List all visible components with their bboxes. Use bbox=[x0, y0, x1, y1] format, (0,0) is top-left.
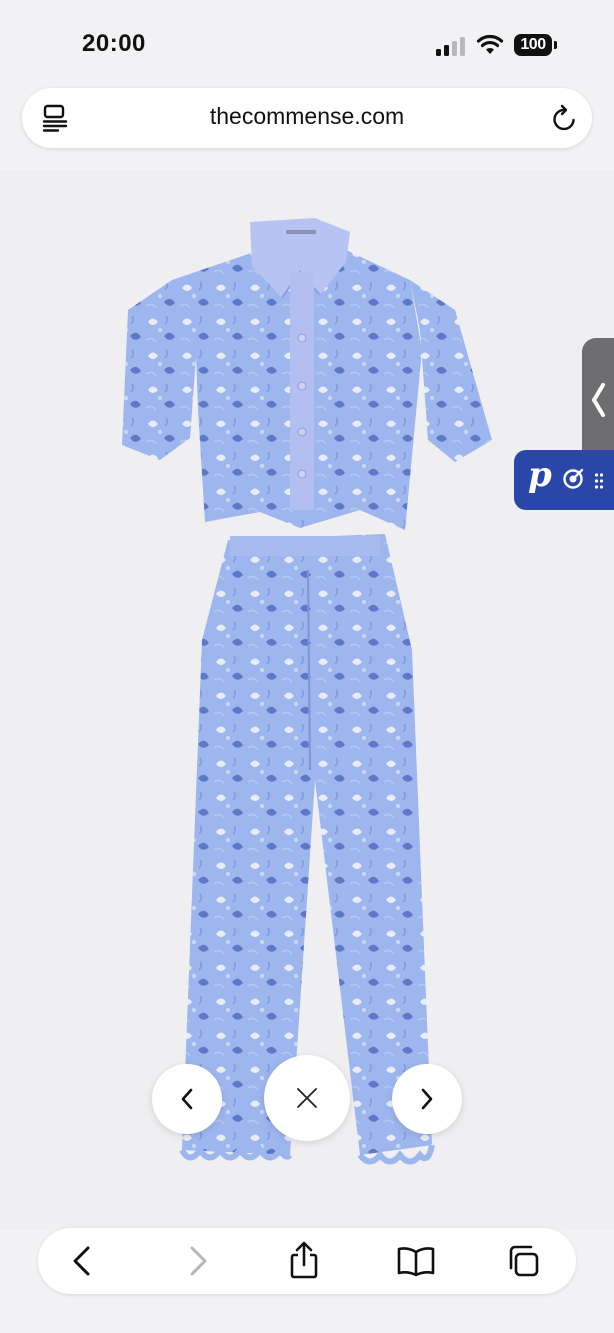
battery-nub bbox=[554, 41, 557, 49]
reload-icon[interactable] bbox=[550, 103, 580, 133]
pin-letter: p bbox=[528, 455, 552, 495]
tabs-icon[interactable] bbox=[506, 1244, 540, 1278]
back-icon[interactable] bbox=[66, 1244, 100, 1278]
status-time: 20:00 bbox=[82, 30, 146, 57]
previous-image-button[interactable] bbox=[152, 1064, 222, 1134]
bookmarks-icon[interactable] bbox=[396, 1244, 436, 1278]
cellular-signal-icon bbox=[436, 36, 468, 56]
next-image-button[interactable] bbox=[392, 1064, 462, 1134]
close-icon bbox=[297, 1088, 317, 1108]
url-text[interactable]: thecommense.com bbox=[0, 103, 614, 130]
previous-image-icon bbox=[181, 1088, 193, 1110]
battery-icon: 100 bbox=[514, 34, 552, 56]
product-image bbox=[122, 218, 492, 1165]
wifi-icon bbox=[476, 34, 504, 54]
next-image-icon bbox=[421, 1088, 433, 1110]
share-icon[interactable] bbox=[287, 1240, 321, 1280]
drag-handle-icon[interactable] bbox=[594, 472, 604, 490]
close-viewer-button[interactable] bbox=[264, 1055, 350, 1141]
forward-icon[interactable] bbox=[180, 1244, 214, 1278]
chevron-left-icon[interactable] bbox=[590, 382, 606, 418]
target-icon[interactable] bbox=[562, 468, 584, 490]
